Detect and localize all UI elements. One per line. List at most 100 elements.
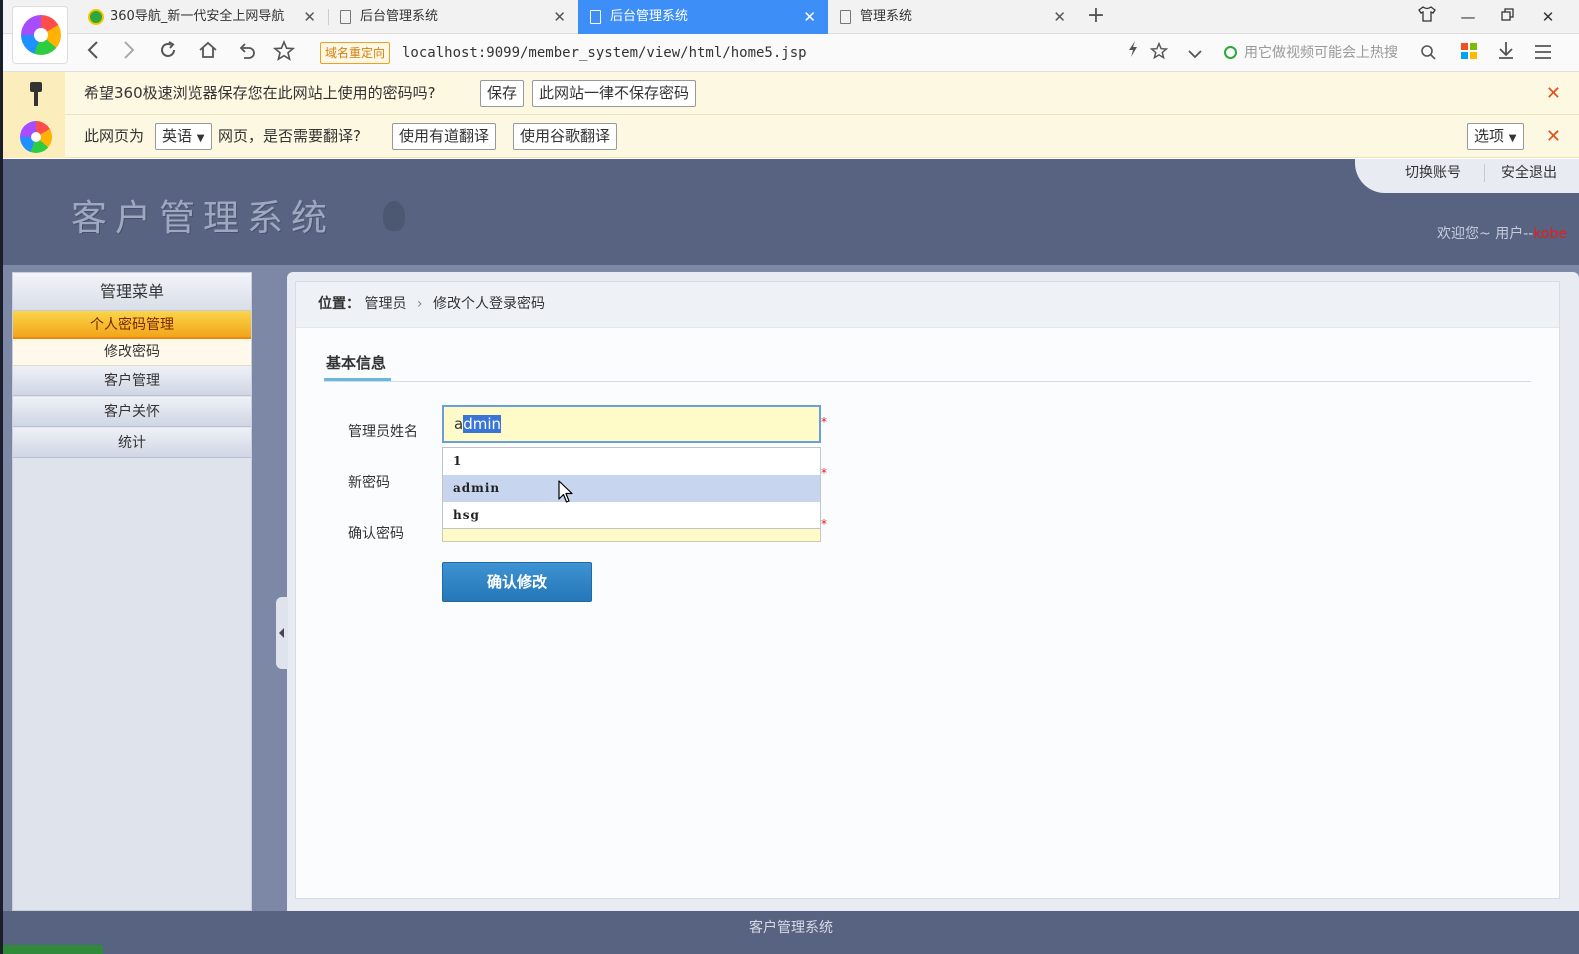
header-decoration <box>383 201 405 231</box>
key-icon <box>30 82 42 106</box>
taskbar-strip <box>3 945 103 954</box>
back-icon[interactable] <box>80 40 106 66</box>
save-password-message: 希望360极速浏览器保存您在此网站上使用的密码吗? <box>84 84 436 102</box>
account-links: 切换账号 安全退出 <box>1355 159 1579 193</box>
bookmark-star-icon[interactable] <box>271 39 297 66</box>
sidebar-item-statistics[interactable]: 统计 <box>13 428 251 458</box>
restore-icon[interactable] <box>1493 0 1523 34</box>
new-tab-button[interactable]: + <box>1086 0 1106 34</box>
confirm-password-label: 确认密码 <box>348 526 404 542</box>
document-icon <box>838 9 854 25</box>
switch-account-link[interactable]: 切换账号 <box>1405 159 1461 187</box>
search-engine-logo-icon <box>1224 46 1237 59</box>
logout-link[interactable]: 安全退出 <box>1501 159 1557 187</box>
undo-close-tab-icon[interactable] <box>234 40 260 66</box>
favorite-star-icon[interactable] <box>1146 40 1172 66</box>
sidebar-collapse-handle[interactable] <box>276 597 288 669</box>
breadcrumb-item-change-password: 修改个人登录密码 <box>432 296 545 312</box>
minimize-icon[interactable]: — <box>1453 0 1483 34</box>
document-icon <box>588 9 604 25</box>
close-icon[interactable]: ✕ <box>1546 115 1561 158</box>
language-value: 英语 <box>162 127 193 145</box>
search-input[interactable]: 用它做视频可能会上热搜 <box>1220 40 1445 66</box>
welcome-text: 欢迎您~ 用户--kobe <box>1437 223 1567 243</box>
welcome-prefix: 欢迎您~ 用户-- <box>1437 226 1534 242</box>
tab-basic-info[interactable]: 基本信息 <box>326 352 386 373</box>
translate-logo-box <box>3 115 65 158</box>
section-divider <box>324 381 1531 382</box>
address-bar[interactable]: localhost:9099/member_system/view/html/h… <box>402 42 807 64</box>
browser-tab-admin-1[interactable]: 后台管理系统 ✕ <box>328 0 578 34</box>
save-password-button[interactable]: 保存 <box>480 80 525 107</box>
360-nav-icon <box>88 9 104 25</box>
autocomplete-dropdown: 1 admin hsg <box>442 447 821 529</box>
content-panel: 位置： 管理员 › 修改个人登录密码 基本信息 管理员姓名 admin * 新密… <box>295 281 1560 899</box>
browser-toolbar: 域名重定向 localhost:9099/member_system/view/… <box>0 34 1579 72</box>
menu-icon[interactable] <box>1530 40 1556 66</box>
browser-logo-icon <box>20 121 52 153</box>
language-select[interactable]: 英语 ▼ <box>155 123 212 150</box>
breadcrumb-item-admin[interactable]: 管理员 <box>364 296 406 312</box>
close-window-icon[interactable]: ✕ <box>1533 0 1563 34</box>
search-icon[interactable] <box>1415 40 1441 66</box>
chevron-down-icon[interactable] <box>1182 40 1208 66</box>
caret-down-icon: ▼ <box>196 133 205 144</box>
app-footer: 客户管理系统 <box>3 911 1579 954</box>
sidebar-item-customer-care[interactable]: 客户关怀 <box>13 397 251 427</box>
breadcrumb-separator: › <box>416 296 423 312</box>
tab-title: 后台管理系统 <box>610 9 689 24</box>
save-password-bar: 希望360极速浏览器保存您在此网站上使用的密码吗? 保存 此网站一律不保存密码 … <box>0 72 1579 115</box>
youdao-translate-button[interactable]: 使用有道翻译 <box>392 123 497 150</box>
autocomplete-option[interactable]: hsg <box>443 502 820 529</box>
close-icon[interactable]: ✕ <box>1546 72 1561 115</box>
never-save-password-button[interactable]: 此网站一律不保存密码 <box>532 80 697 107</box>
sidebar-item-customer-management[interactable]: 客户管理 <box>13 366 251 396</box>
options-label: 选项 <box>1474 127 1505 145</box>
app-title: 客户管理系统 <box>71 198 336 239</box>
tab-close-icon[interactable]: ✕ <box>303 0 316 34</box>
browser-tab-admin-2-active[interactable]: 后台管理系统 ✕ <box>578 0 828 34</box>
breadcrumb: 位置： 管理员 › 修改个人登录密码 <box>296 282 1559 328</box>
tab-close-icon[interactable]: ✕ <box>803 0 816 34</box>
autocomplete-option[interactable]: 1 <box>443 448 820 475</box>
browser-tab-360-nav[interactable]: 360导航_新一代安全上网导航 ✕ <box>78 0 328 34</box>
required-mark: * <box>821 415 827 429</box>
key-icon-box <box>3 72 65 115</box>
main-area: 管理菜单 个人密码管理 修改密码 客户管理 客户关怀 统计 位置： 管理员 › … <box>3 265 1579 911</box>
domain-redirect-badge[interactable]: 域名重定向 <box>320 42 391 64</box>
tab-title: 管理系统 <box>860 9 913 24</box>
admin-name-label: 管理员姓名 <box>348 424 418 440</box>
caret-down-icon: ▼ <box>1508 133 1517 144</box>
required-mark: * <box>821 466 827 480</box>
app-header: 客户管理系统 切换账号 安全退出 欢迎您~ 用户--kobe <box>3 159 1579 265</box>
shirt-skin-icon[interactable] <box>1412 0 1442 34</box>
download-icon[interactable] <box>1493 40 1519 66</box>
browser-tab-manage[interactable]: 管理系统 ✕ <box>828 0 1078 34</box>
google-translate-button[interactable]: 使用谷歌翻译 <box>513 123 618 150</box>
tab-close-icon[interactable]: ✕ <box>1053 0 1066 34</box>
sidebar-item-change-password[interactable]: 修改密码 <box>13 339 251 366</box>
home-icon[interactable] <box>195 40 221 66</box>
sidebar-item-password-management[interactable]: 个人密码管理 <box>13 311 251 339</box>
admin-name-field[interactable]: admin <box>442 405 821 443</box>
lightning-icon[interactable] <box>1120 40 1146 66</box>
autocomplete-option-hovered[interactable]: admin <box>443 475 820 502</box>
content-frame: 位置： 管理员 › 修改个人登录密码 基本信息 管理员姓名 admin * 新密… <box>287 272 1579 911</box>
sidebar: 管理菜单 个人密码管理 修改密码 客户管理 客户关怀 统计 <box>12 272 252 911</box>
required-mark: * <box>821 517 827 531</box>
forward-icon[interactable] <box>116 40 142 66</box>
options-button[interactable]: 选项 ▼ <box>1467 123 1524 150</box>
confirm-change-button[interactable]: 确认修改 <box>442 562 592 602</box>
link-divider <box>1484 164 1485 182</box>
admin-name-selected-text: dmin <box>463 415 502 433</box>
reload-icon[interactable] <box>155 40 181 66</box>
translate-bar: 此网页为 英语 ▼ 网页，是否需要翻译? 使用有道翻译 使用谷歌翻译 选项 ▼ … <box>0 115 1579 158</box>
tab-close-icon[interactable]: ✕ <box>553 0 566 34</box>
tab-title: 后台管理系统 <box>360 9 439 24</box>
browser-logo-icon[interactable] <box>12 6 68 64</box>
admin-name-value: a <box>454 415 464 433</box>
document-icon <box>338 9 354 25</box>
browser-tab-strip: 360导航_新一代安全上网导航 ✕ 后台管理系统 ✕ 后台管理系统 ✕ 管理系统… <box>0 0 1579 34</box>
apps-grid-icon[interactable] <box>1456 40 1482 66</box>
window-border <box>0 0 3 954</box>
